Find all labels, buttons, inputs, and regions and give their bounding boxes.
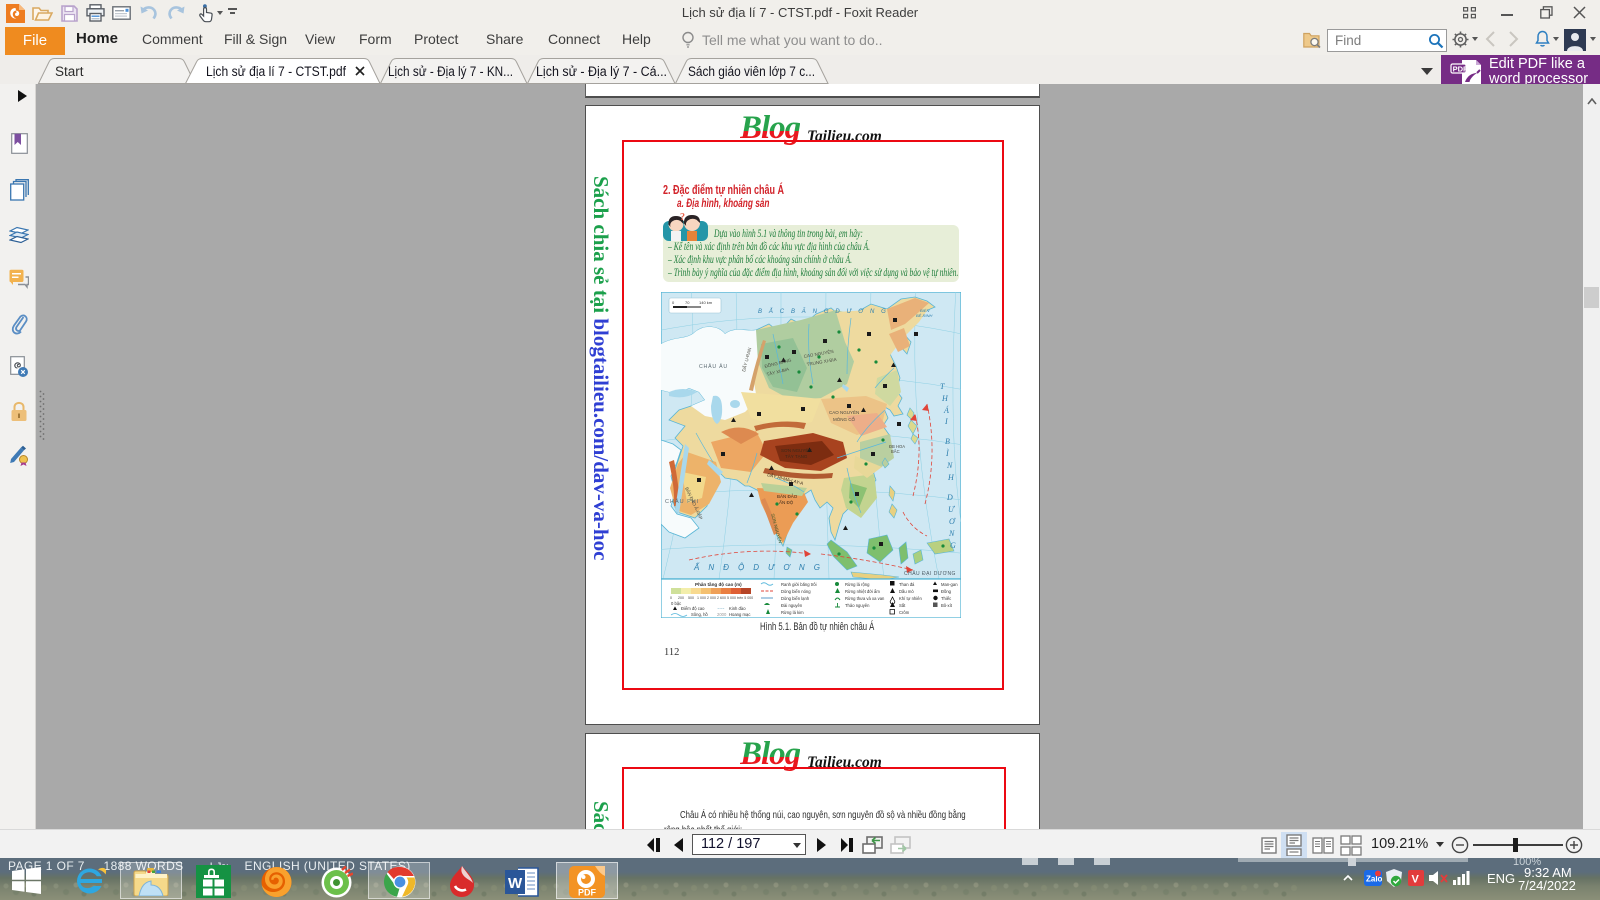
svg-text:Ranh giới băng trôi: Ranh giới băng trôi: [781, 582, 817, 587]
svg-text:Lịch sử địa lí 7 - CTST.pdf: Lịch sử địa lí 7 - CTST.pdf: [206, 64, 346, 79]
svg-text:Ì: Ì: [945, 448, 949, 458]
svg-text:Start: Start: [55, 64, 84, 79]
svg-text:5 000: 5 000: [727, 596, 736, 600]
svg-text:G: G: [950, 541, 956, 550]
svg-text:W: W: [508, 875, 523, 892]
svg-text:Rừng thưa và xa van: Rừng thưa và xa van: [845, 596, 885, 601]
svg-text:V: V: [1412, 874, 1420, 886]
svg-text:Dòng biển nóng: Dòng biển nóng: [781, 589, 811, 594]
svg-text:Hoang mạc: Hoang mạc: [729, 612, 750, 617]
svg-text:N: N: [948, 529, 955, 538]
svg-text:Sắt: Sắt: [899, 603, 906, 608]
svg-text:Dầu mỏ: Dầu mỏ: [899, 589, 914, 594]
svg-text:Thiếc: Thiếc: [941, 596, 951, 601]
svg-text:Than đá: Than đá: [899, 582, 915, 587]
svg-text:ẤN ĐỘ: ẤN ĐỘ: [779, 499, 794, 505]
svg-text:BÁN ĐẢO: BÁN ĐẢO: [777, 493, 798, 499]
svg-text:Lịch sử - Địa lý 7 - Cá...: Lịch sử - Địa lý 7 - Cá...: [536, 64, 667, 79]
svg-text:MÔNG CỔ: MÔNG CỔ: [833, 416, 855, 422]
svg-text:2000: 2000: [717, 612, 727, 617]
svg-text:CHÂU ĐẠI DƯƠNG: CHÂU ĐẠI DƯƠNG: [904, 570, 956, 577]
svg-text:Khí tự nhiên: Khí tự nhiên: [899, 596, 922, 601]
svg-text:Sông, hồ: Sông, hồ: [691, 612, 708, 617]
svg-text:0 bậc: 0 bậc: [671, 601, 681, 606]
svg-text:B: B: [945, 437, 950, 446]
svg-text:PDF: PDF: [1453, 64, 1468, 73]
svg-text:Kinh đào: Kinh đào: [729, 606, 746, 611]
svg-text:Dòng biển lạnh: Dòng biển lạnh: [781, 596, 810, 601]
svg-text:I: I: [944, 417, 948, 426]
svg-text:Ấ N Đ Ộ D Ư Ơ N G: Ấ N Đ Ộ D Ư Ơ N G: [693, 563, 823, 572]
svg-text:Rừng lá rộng: Rừng lá rộng: [845, 582, 870, 587]
svg-text:Thảo nguyên: Thảo nguyên: [845, 603, 870, 608]
svg-text:Phân tầng độ cao (m): Phân tầng độ cao (m): [695, 582, 742, 587]
svg-text:140 km: 140 km: [699, 300, 713, 305]
svg-text:Á: Á: [943, 405, 949, 415]
svg-text:CHÂU ÂU: CHÂU ÂU: [699, 363, 728, 370]
svg-text:~~~: ~~~: [717, 606, 725, 611]
svg-text:?: ?: [680, 212, 685, 223]
svg-text:trên 5 000: trên 5 000: [737, 596, 753, 600]
svg-text:500: 500: [688, 596, 694, 600]
svg-text:Bô-xít: Bô-xít: [941, 603, 953, 608]
svg-text:70: 70: [685, 300, 690, 305]
svg-text:B Ắ C B Ă N G D Ư Ơ N G: B Ắ C B Ă N G D Ư Ơ N G: [758, 307, 888, 315]
svg-text:T: T: [940, 382, 945, 391]
svg-text:N: N: [946, 461, 953, 470]
svg-text:Ư: Ư: [948, 505, 955, 514]
svg-text:2 600: 2 600: [717, 596, 726, 600]
svg-text:Man-gan: Man-gan: [941, 582, 958, 587]
svg-text:Đài nguyên: Đài nguyên: [781, 603, 803, 608]
svg-text:CAO NGUYÊN: CAO NGUYÊN: [829, 408, 859, 415]
svg-text:0: 0: [670, 596, 672, 600]
svg-text:Lịch sử - Địa lý 7 - KN...: Lịch sử - Địa lý 7 - KN...: [388, 64, 513, 79]
svg-text:1 000: 1 000: [697, 596, 706, 600]
svg-text:Điểm độ cao: Điểm độ cao: [681, 606, 705, 611]
svg-text:SƠN NGUYÊN: SƠN NGUYÊN: [781, 446, 812, 453]
svg-text:2 000: 2 000: [707, 596, 716, 600]
svg-text:Sách giáo viên lớp 7 c...: Sách giáo viên lớp 7 c...: [688, 64, 815, 79]
svg-text:BẮC: BẮC: [891, 449, 900, 454]
svg-text:D: D: [946, 493, 953, 502]
svg-text:Rừng nhiệt đới ẩm: Rừng nhiệt đới ẩm: [845, 589, 880, 594]
svg-text:TÂY TẠNG: TÂY TẠNG: [785, 453, 808, 459]
svg-text:Crôm: Crôm: [899, 610, 910, 615]
svg-text:200: 200: [678, 596, 684, 600]
svg-text:Đồng: Đồng: [941, 589, 952, 594]
svg-text:PDF: PDF: [578, 888, 597, 898]
svg-text:BÊ-RINH: BÊ-RINH: [916, 313, 933, 318]
svg-text:Rừng lá kim: Rừng lá kim: [781, 610, 804, 615]
